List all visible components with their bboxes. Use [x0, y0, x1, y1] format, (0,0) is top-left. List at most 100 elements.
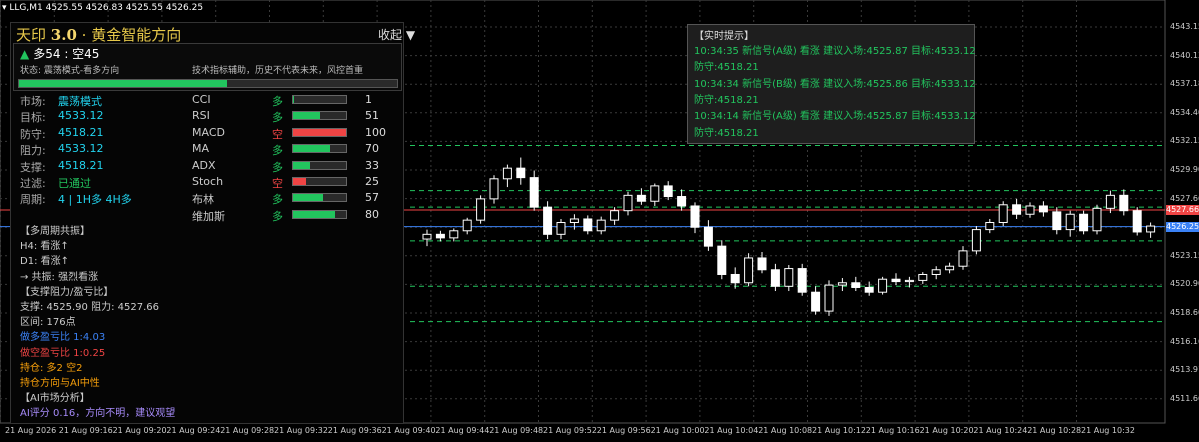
indicator-value: 1	[365, 93, 372, 106]
bear-candle	[636, 194, 646, 202]
bear-candle	[811, 291, 821, 312]
indicator-direction: 多	[272, 209, 283, 223]
row-key: 支撑:	[20, 160, 46, 174]
analysis-line: 持仓方向与AI中性	[20, 378, 100, 389]
time-tick-label: 21 Aug 10:00	[650, 426, 705, 435]
bear-candle	[757, 257, 767, 271]
indicator-strength-fill	[293, 145, 331, 153]
price-tick-label: 4516.16	[1170, 336, 1199, 346]
time-tick-label: 21 Aug 09:32	[274, 426, 328, 435]
bear-candle	[677, 196, 687, 207]
row-value: 已通过	[58, 177, 91, 190]
time-tick-label: 21 Aug 10:32	[1081, 426, 1135, 435]
disclaimer: 技术指标辅助，历史不代表未来，风控首重	[192, 66, 364, 76]
alert-line: 防守:4518.21	[694, 62, 759, 74]
bear-candle	[851, 282, 861, 288]
price-tick-label: 4513.91	[1170, 365, 1199, 375]
analysis-line: AI评分 0.16，方向不明，建议观望	[20, 408, 176, 420]
row-key: 阻力:	[20, 144, 46, 158]
time-tick-label: 21 Aug 09:40	[381, 426, 436, 435]
bull-candle	[918, 273, 928, 281]
indicator-strength-fill	[293, 112, 321, 120]
bear-candle	[1012, 204, 1022, 215]
indicator-direction: 多	[272, 193, 283, 207]
bull-candle	[744, 257, 754, 284]
time-tick-label: 21 Aug 10:28	[1027, 426, 1082, 435]
time-tick-label: 21 Aug 10:08	[758, 426, 813, 435]
long-short-score: ▲ 多54 : 空45	[20, 47, 100, 61]
price-tick-label: 4532.15	[1170, 136, 1199, 146]
row-value: 4533.12	[58, 109, 104, 123]
time-tick-label: 21 Aug 10:20	[919, 426, 974, 435]
collapse-button[interactable]: 收起 ▼	[378, 26, 415, 43]
indicator-name: Stoch	[192, 175, 224, 188]
bull-candle	[784, 268, 794, 287]
bear-candle	[516, 167, 526, 179]
symbol-quote: LLG,M1 4525.55 4526.83 4525.55 4526.25	[9, 3, 204, 13]
time-tick-label: 21 Aug 09:28	[220, 426, 275, 435]
analysis-line: 【支撑阻力/盈亏比】	[20, 286, 114, 298]
indicator-value: 25	[365, 175, 379, 188]
time-tick-label: 21 Aug 2026	[5, 426, 57, 435]
row-key: 周期:	[20, 193, 46, 207]
bull-candle	[998, 204, 1008, 224]
indicator-strength-bar	[292, 111, 347, 121]
analysis-line: 支撑: 4525.90 阻力: 4527.66	[20, 302, 159, 313]
indicator-value: 57	[365, 191, 379, 205]
indicator-name: 布林	[192, 193, 214, 207]
analysis-line: H4: 看涨↑	[20, 241, 69, 253]
progress-fill	[19, 80, 227, 87]
bear-candle	[543, 206, 553, 235]
price-tick-label: 4534.40	[1170, 107, 1199, 117]
bull-candle	[837, 282, 847, 286]
price-tick-label: 4523.15	[1170, 250, 1199, 260]
bull-candle	[904, 279, 914, 283]
time-tick-label: 21 Aug 10:12	[812, 426, 866, 435]
indicator-name: 维加斯	[192, 209, 225, 223]
bull-candle	[556, 222, 566, 235]
alert-line: 10:34:34 新信号(B级) 看涨 建议入场:4525.86 目标:4533…	[694, 78, 976, 90]
indicator-name: CCI	[192, 93, 211, 106]
row-key: 目标:	[20, 111, 46, 125]
analysis-line: 做多盈亏比 1:4.03	[20, 332, 106, 344]
indicator-strength-fill	[293, 210, 336, 218]
bull-candle	[462, 219, 472, 232]
time-tick-label: 21 Aug 09:44	[435, 426, 490, 435]
bull-candle	[569, 218, 579, 224]
analysis-line: 持仓: 多2 空2	[20, 362, 83, 374]
analysis-line: → 共振: 强烈看涨	[20, 271, 99, 283]
price-tick-label: 4518.60	[1170, 308, 1199, 317]
price-tick-label: 4520.90	[1170, 279, 1199, 289]
row-key: 市场:	[20, 95, 46, 108]
alert-line: 10:34:35 新信号(A级) 看涨 建议入场:4525.87 目标:4533…	[694, 46, 976, 57]
bull-candle	[422, 233, 432, 240]
analysis-line: 做空盈亏比 1:0.25	[20, 347, 106, 359]
indicator-strength-bar	[292, 127, 347, 137]
row-key: 防守:	[20, 127, 46, 141]
indicator-direction: 多	[272, 160, 283, 174]
bear-candle	[703, 226, 713, 247]
price-tick-label: 4511.66	[1170, 393, 1199, 403]
bull-candle	[1065, 213, 1075, 231]
price-tick-label: 4543.15	[1170, 22, 1199, 31]
bull-candle	[931, 269, 941, 275]
indicator-strength-fill	[293, 96, 294, 103]
bear-candle	[864, 286, 874, 293]
row-key: 过滤:	[20, 177, 46, 190]
price-tick-label: 4529.90	[1170, 165, 1199, 174]
time-tick-label: 21 Aug 09:16	[58, 426, 113, 435]
bull-candle	[1105, 194, 1115, 209]
bear-candle	[663, 185, 673, 198]
signal-progress-bar	[18, 79, 398, 88]
bull-candle	[502, 167, 512, 180]
alert-line: 10:34:14 新信号(A级) 看涨 建议入场:4525.87 目标:4533…	[694, 111, 976, 123]
bull-candle	[610, 210, 620, 221]
indicator-value: 33	[365, 158, 379, 172]
bear-candle	[797, 268, 807, 293]
indicator-strength-bar	[292, 95, 347, 104]
bear-candle	[730, 273, 740, 284]
bull-candle	[1092, 207, 1102, 232]
price-tick-label: 4537.18	[1170, 79, 1199, 89]
current-price-badge: 4526.25	[1166, 221, 1199, 232]
bull-candle	[824, 284, 834, 312]
